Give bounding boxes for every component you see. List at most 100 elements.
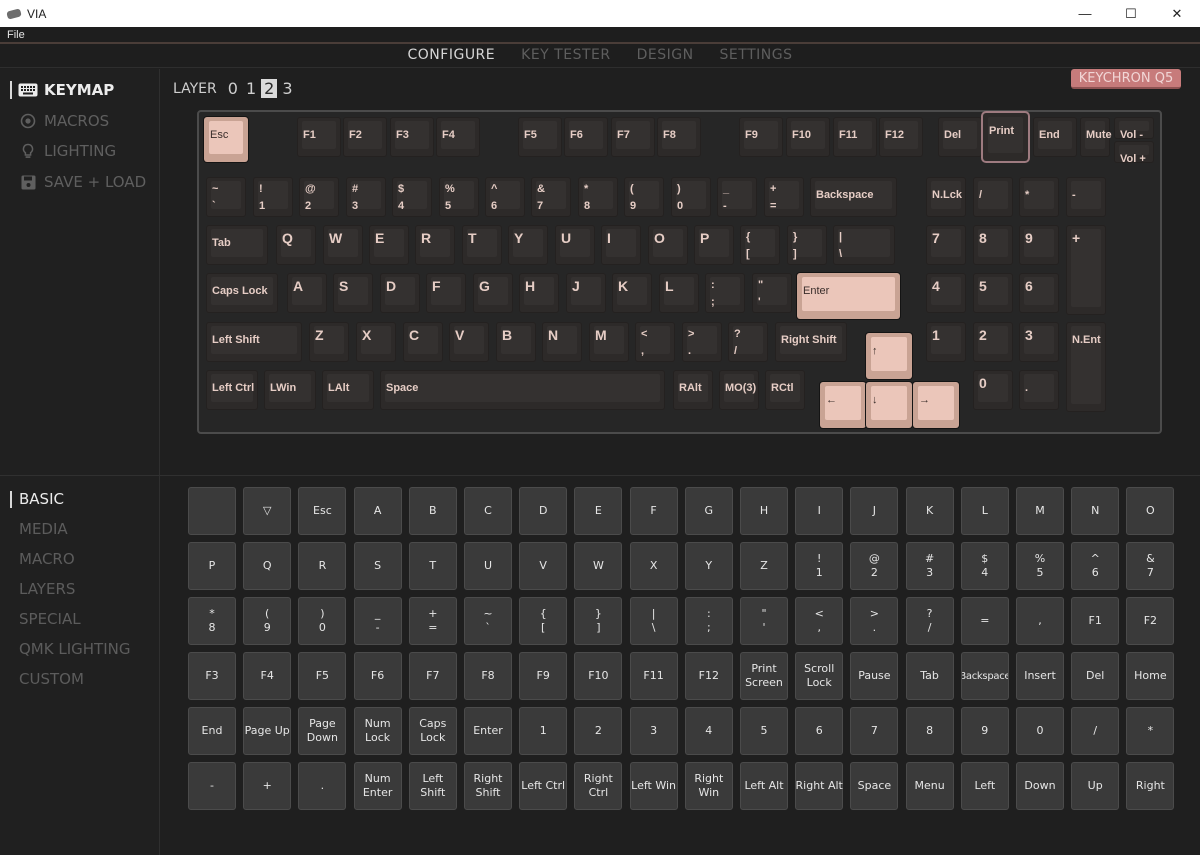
sidebar-item-keymap[interactable]: KEYMAP [10, 81, 114, 99]
keycode-button[interactable]: ? / [905, 597, 954, 645]
category-special[interactable]: SPECIAL [19, 610, 81, 628]
keymap-key[interactable]: K [612, 273, 652, 313]
keycode-button[interactable]: F2 [1126, 597, 1175, 645]
keycode-button[interactable]: F3 [188, 652, 236, 700]
category-basic[interactable]: BASIC [10, 490, 64, 508]
keycode-button[interactable]: # 3 [905, 542, 954, 590]
keycode-button[interactable]: F7 [408, 652, 457, 700]
keymap-key[interactable]: 8 [973, 225, 1013, 265]
keycode-button[interactable]: Right Alt [795, 762, 844, 810]
close-button[interactable]: ✕ [1154, 0, 1200, 27]
keycode-button[interactable]: F [629, 487, 678, 535]
keymap-key[interactable]: F12 [879, 117, 923, 157]
keycode-button[interactable]: F10 [574, 652, 623, 700]
keycode-button[interactable]: - [188, 762, 236, 810]
keycode-button[interactable]: 7 [850, 707, 899, 755]
keymap-key[interactable]: Right Shift [775, 322, 847, 362]
keycode-button[interactable]: ) 0 [298, 597, 347, 645]
layer-0-button[interactable]: 0 [225, 79, 241, 98]
keymap-key[interactable]: / [973, 177, 1013, 217]
keycode-button[interactable]: _ - [353, 597, 402, 645]
keymap-key[interactable]: : ; [705, 273, 745, 313]
keycode-button[interactable]: ^ 6 [1071, 542, 1120, 590]
keycode-button[interactable]: A [353, 487, 402, 535]
keymap-key[interactable]: _ - [717, 177, 757, 217]
keycode-button[interactable]: . [298, 762, 347, 810]
keymap-key[interactable]: S [333, 273, 373, 313]
keymap-key[interactable]: F2 [343, 117, 387, 157]
keycode-button[interactable]: Del [1071, 652, 1120, 700]
keycode-button[interactable]: | \ [629, 597, 678, 645]
keycode-button[interactable]: Num Lock [353, 707, 402, 755]
keycode-button[interactable]: Right [1126, 762, 1175, 810]
keycode-button[interactable]: 8 [905, 707, 954, 755]
keycode-button[interactable]: ▽ [243, 487, 292, 535]
keycode-button[interactable]: > . [850, 597, 899, 645]
keycode-button[interactable]: X [629, 542, 678, 590]
keycode-button[interactable]: V [519, 542, 568, 590]
keymap-key[interactable]: - [1066, 177, 1106, 217]
keycode-button[interactable]: P [188, 542, 236, 590]
keycode-button[interactable]: Enter [464, 707, 512, 755]
keycode-button[interactable]: S [353, 542, 402, 590]
keymap-key[interactable]: } ] [787, 225, 827, 265]
keymap-key[interactable]: J [566, 273, 606, 313]
keymap-key[interactable]: Q [276, 225, 316, 265]
keycode-button[interactable]: Insert [1016, 652, 1064, 700]
category-qmk-lighting[interactable]: QMK LIGHTING [19, 640, 130, 658]
keymap-key[interactable]: F3 [390, 117, 434, 157]
keycode-button[interactable]: Page Up [243, 707, 292, 755]
keycode-button[interactable]: End [188, 707, 236, 755]
keycode-button[interactable]: Caps Lock [408, 707, 457, 755]
keymap-key[interactable]: P [694, 225, 734, 265]
keymap-key[interactable]: 1 [926, 322, 966, 362]
keycode-button[interactable]: C [464, 487, 512, 535]
maximize-button[interactable]: ☐ [1108, 0, 1154, 27]
keymap-key[interactable]: + = [764, 177, 804, 217]
keycode-button[interactable]: R [298, 542, 347, 590]
keycode-button[interactable]: 4 [684, 707, 733, 755]
tab-settings[interactable]: SETTINGS [707, 44, 806, 67]
keymap-key[interactable]: Left Ctrl [206, 370, 258, 410]
keycode-button[interactable]: Left Shift [408, 762, 457, 810]
keymap-key[interactable]: Print [983, 113, 1028, 161]
keycode-button[interactable]: 3 [629, 707, 678, 755]
keycode-button[interactable]: 6 [795, 707, 844, 755]
keymap-key[interactable]: # 3 [346, 177, 386, 217]
keycode-button[interactable]: L [960, 487, 1009, 535]
keycode-button[interactable]: Left [960, 762, 1009, 810]
keycode-button[interactable]: " ' [740, 597, 788, 645]
keymap-key[interactable]: ^ 6 [485, 177, 525, 217]
keycode-button[interactable]: Right Win [684, 762, 733, 810]
keycode-button[interactable]: Backspace [960, 652, 1009, 700]
keymap-key[interactable]: { [ [740, 225, 780, 265]
keycode-button[interactable]: Y [684, 542, 733, 590]
keycode-button[interactable]: F1 [1071, 597, 1120, 645]
keymap-key[interactable]: Vol + [1114, 141, 1154, 165]
keymap-key[interactable]: O [648, 225, 688, 265]
keycode-button[interactable]: 1 [519, 707, 568, 755]
keycode-button[interactable]: } ] [574, 597, 623, 645]
keycode-button[interactable]: = [960, 597, 1009, 645]
sidebar-item-macros[interactable]: MACROS [18, 112, 109, 130]
keymap-key[interactable]: B [496, 322, 536, 362]
keycode-button[interactable]: O [1126, 487, 1175, 535]
keymap-key[interactable]: & 7 [531, 177, 571, 217]
keymap-key[interactable]: 2 [973, 322, 1013, 362]
keycode-button[interactable]: < , [795, 597, 844, 645]
category-media[interactable]: MEDIA [19, 520, 68, 538]
keycode-button[interactable]: G [684, 487, 733, 535]
keymap-key[interactable]: $ 4 [392, 177, 432, 217]
keycode-button[interactable]: H [740, 487, 788, 535]
keymap-key[interactable]: < , [635, 322, 675, 362]
keycode-button[interactable]: Q [243, 542, 292, 590]
keymap-key[interactable]: % 5 [439, 177, 479, 217]
keycode-button[interactable]: Tab [905, 652, 954, 700]
keymap-key[interactable]: F8 [657, 117, 701, 157]
keymap-key[interactable]: F1 [297, 117, 341, 157]
keymap-key[interactable]: ? / [728, 322, 768, 362]
tab-key-tester[interactable]: KEY TESTER [508, 44, 623, 67]
keymap-key[interactable]: F9 [739, 117, 783, 157]
keymap-key[interactable]: Esc [204, 117, 248, 162]
keymap-key[interactable]: L [659, 273, 699, 313]
